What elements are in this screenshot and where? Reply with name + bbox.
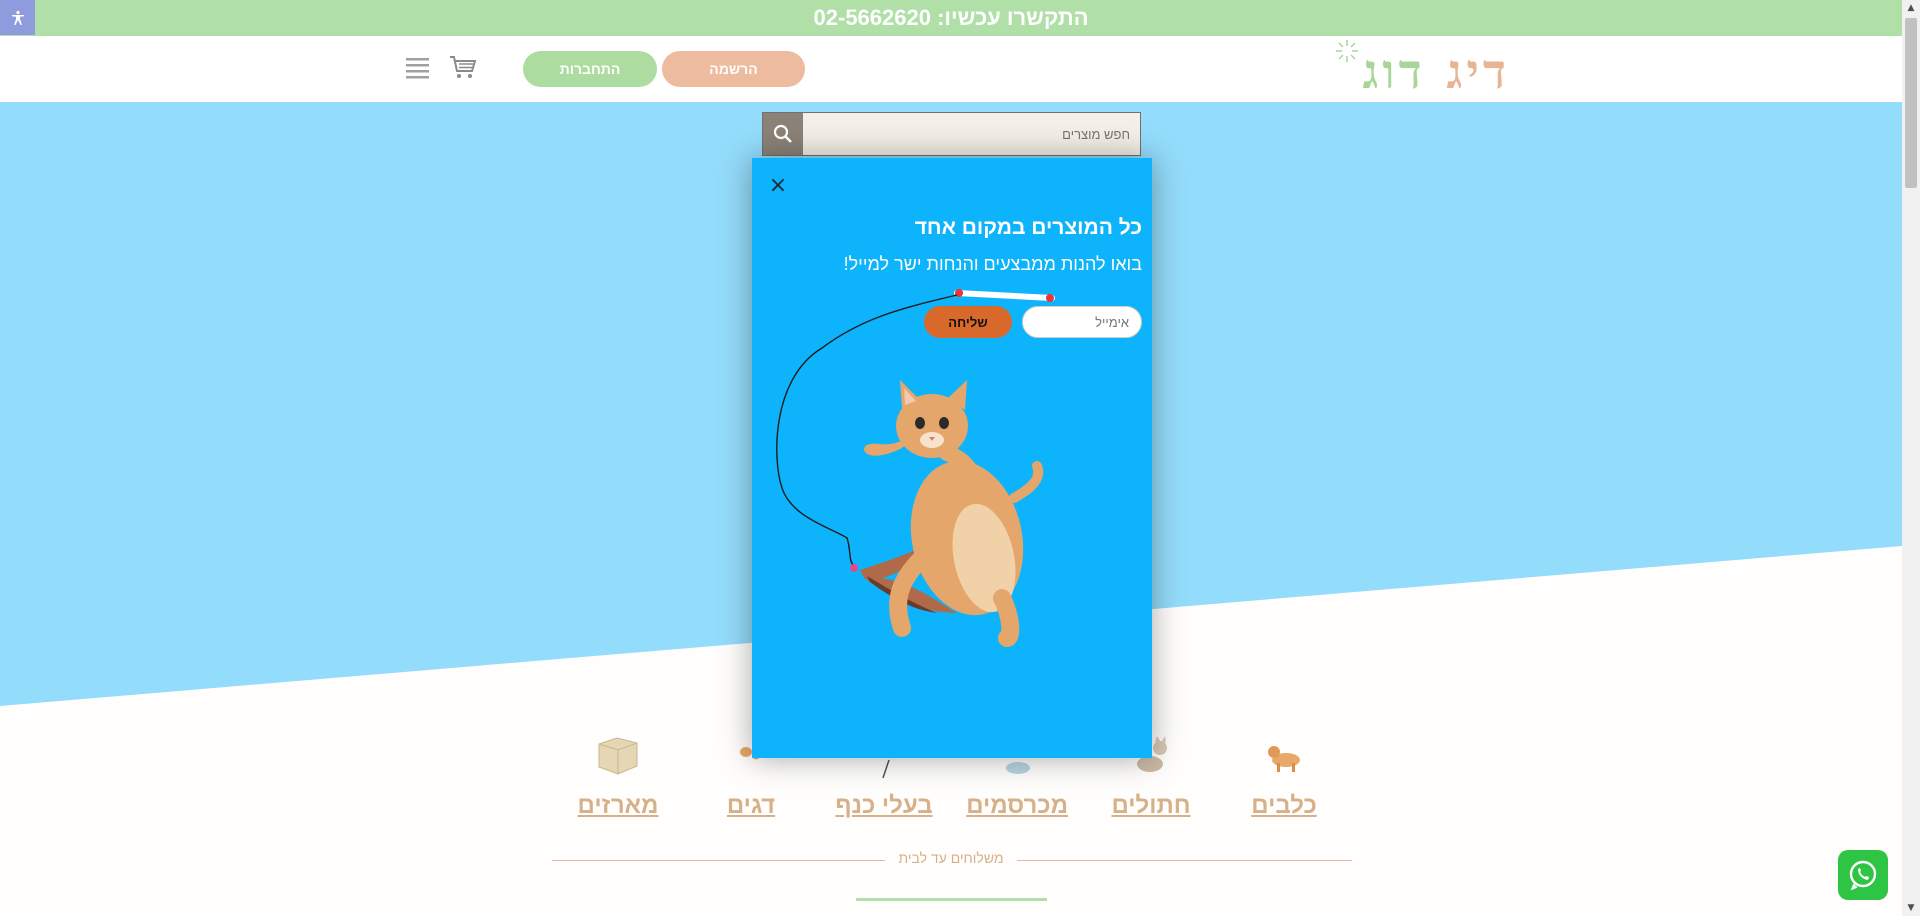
whatsapp-button[interactable] bbox=[1838, 850, 1888, 900]
site-logo[interactable]: דיג דוג bbox=[1336, 40, 1510, 100]
category-bundles[interactable]: מארזים bbox=[568, 730, 668, 820]
email-field[interactable] bbox=[1022, 306, 1142, 338]
whatsapp-icon bbox=[1849, 860, 1877, 891]
accessibility-button[interactable] bbox=[0, 0, 35, 35]
sparkle-icon bbox=[1336, 40, 1358, 62]
category-label: מארזים bbox=[577, 792, 659, 819]
phone-banner[interactable]: התקשרו עכשיו: 02-5662620 bbox=[814, 5, 1089, 30]
divider-line-right bbox=[1017, 860, 1352, 861]
category-label: מכרסמים bbox=[966, 792, 1068, 819]
category-label: חתולים bbox=[1111, 792, 1191, 819]
search-button[interactable] bbox=[763, 113, 803, 155]
category-label: כלבים bbox=[1251, 792, 1317, 819]
logo-text-1: דיג bbox=[1446, 44, 1510, 100]
menu-icon[interactable] bbox=[406, 56, 429, 80]
logo-text-2: דוג bbox=[1362, 44, 1426, 100]
shipping-heading: משלוחים עד לבית bbox=[898, 850, 1004, 866]
category-label: בעלי כנף bbox=[835, 792, 933, 819]
category-dogs[interactable]: כלבים bbox=[1234, 730, 1334, 820]
newsletter-popup: × כל המוצרים במקום אחד בואו להנות ממבצעי… bbox=[752, 158, 1152, 758]
category-label: דגים bbox=[726, 792, 776, 819]
close-icon[interactable]: × bbox=[766, 174, 790, 198]
send-button[interactable]: שליחה bbox=[924, 306, 1012, 338]
login-button[interactable]: התחברות bbox=[523, 51, 657, 87]
kitten-illustration bbox=[776, 289, 1055, 647]
cart-icon[interactable] bbox=[449, 54, 477, 80]
popup-subtitle: בואו להנות ממבצעים והנחות ישר למייל! bbox=[843, 254, 1142, 274]
register-button[interactable]: הרשמה bbox=[662, 51, 805, 87]
search-input[interactable] bbox=[803, 113, 1140, 155]
site-header: דיג דוג הרשמה התחברות bbox=[0, 36, 1902, 102]
bundle-image bbox=[598, 737, 638, 775]
search-icon bbox=[773, 124, 792, 143]
popup-title: כל המוצרים במקום אחד bbox=[914, 216, 1142, 239]
product-search bbox=[762, 112, 1141, 156]
scroll-down-icon[interactable]: ▼ bbox=[1905, 902, 1917, 914]
top-bar: התקשרו עכשיו: 02-5662620 bbox=[0, 0, 1902, 36]
scrollbar-thumb[interactable] bbox=[1905, 18, 1917, 188]
section-underline bbox=[856, 898, 1047, 901]
scroll-up-icon[interactable]: ▲ bbox=[1905, 2, 1917, 14]
accessibility-icon bbox=[11, 10, 24, 25]
dog-image bbox=[1268, 746, 1300, 772]
divider-line-left bbox=[552, 860, 885, 861]
